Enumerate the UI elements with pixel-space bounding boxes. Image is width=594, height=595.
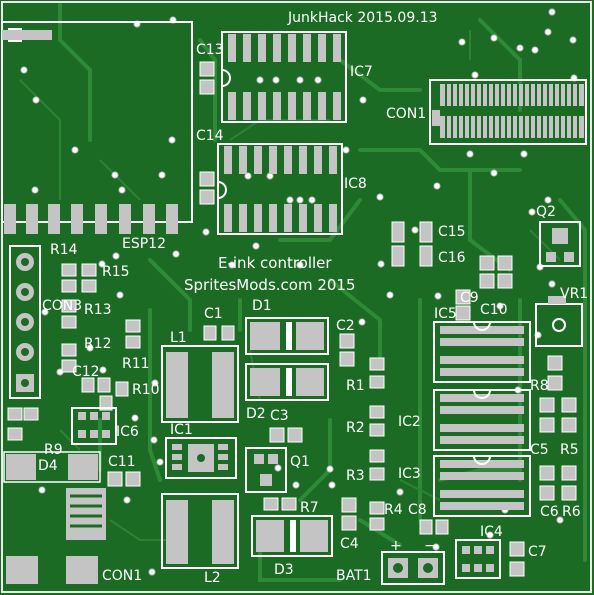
label-r12: R12: [84, 336, 112, 352]
board-subtitle: E-ink controller: [218, 254, 332, 272]
label-c16: C16: [438, 250, 466, 266]
label-r10: R10: [132, 382, 160, 398]
label-r14: R14: [50, 242, 78, 258]
label-c14: C14: [196, 128, 224, 144]
label-c2: C2: [336, 318, 355, 334]
label-ic5: IC5: [434, 306, 457, 322]
label-d4: D4: [38, 458, 58, 474]
pcb-board: JunkHack 2015.09.13 E-ink controller Spr…: [0, 0, 594, 595]
label-r9: R9: [44, 442, 63, 458]
label-ic7: IC7: [350, 64, 373, 80]
d2-diode: [245, 363, 329, 401]
d1-diode: [245, 317, 329, 355]
label-c10: C10: [480, 302, 508, 318]
label-ic6: IC6: [116, 424, 139, 440]
label-l1: L1: [170, 330, 187, 346]
label-r15: R15: [102, 264, 130, 280]
label-ic1: IC1: [170, 422, 193, 438]
label-r13: R13: [84, 302, 112, 318]
label-bat-minus: −: [424, 538, 436, 554]
label-r2: R2: [346, 420, 365, 436]
label-c4: C4: [340, 536, 359, 552]
label-r7: R7: [300, 500, 319, 516]
label-c7: C7: [528, 544, 547, 560]
label-q2: Q2: [536, 204, 556, 220]
label-c15: C15: [438, 224, 466, 240]
label-c13: C13: [196, 42, 224, 58]
label-vr1: VR1: [560, 286, 588, 302]
label-con3: CON3: [42, 298, 82, 314]
board-title: JunkHack 2015.09.13: [287, 10, 438, 26]
label-con1-top: CON1: [386, 106, 426, 122]
label-c3: C3: [270, 408, 289, 424]
label-r5: R5: [560, 442, 579, 458]
label-c6: C6: [540, 504, 559, 520]
label-ic4: IC4: [480, 524, 503, 540]
label-c1: C1: [204, 306, 223, 322]
label-r4: R4: [384, 502, 403, 518]
label-con1-bottom: CON1: [102, 568, 142, 584]
label-d1: D1: [252, 298, 272, 314]
label-c8: C8: [408, 502, 427, 518]
label-esp12: ESP12: [122, 236, 166, 252]
label-bat1: BAT1: [336, 568, 372, 584]
board-credit: SpritesMods.com 2015: [184, 276, 356, 294]
label-r3: R3: [346, 468, 365, 484]
label-ic8: IC8: [344, 176, 367, 192]
d3-diode: [251, 515, 333, 557]
label-ic3: IC3: [398, 466, 421, 482]
label-q1: Q1: [290, 454, 310, 470]
label-c5: C5: [530, 442, 549, 458]
label-bat-plus: +: [390, 538, 402, 554]
label-r8: R8: [530, 378, 549, 394]
label-d3: D3: [274, 562, 294, 578]
label-c12: C12: [72, 364, 100, 380]
label-ic2: IC2: [398, 414, 421, 430]
label-c9: C9: [460, 290, 479, 306]
label-d2: D2: [246, 406, 266, 422]
label-r1: R1: [346, 378, 365, 394]
label-c11: C11: [108, 454, 136, 470]
label-r6: R6: [562, 504, 581, 520]
label-l2: L2: [204, 570, 221, 586]
label-r11: R11: [122, 356, 150, 372]
